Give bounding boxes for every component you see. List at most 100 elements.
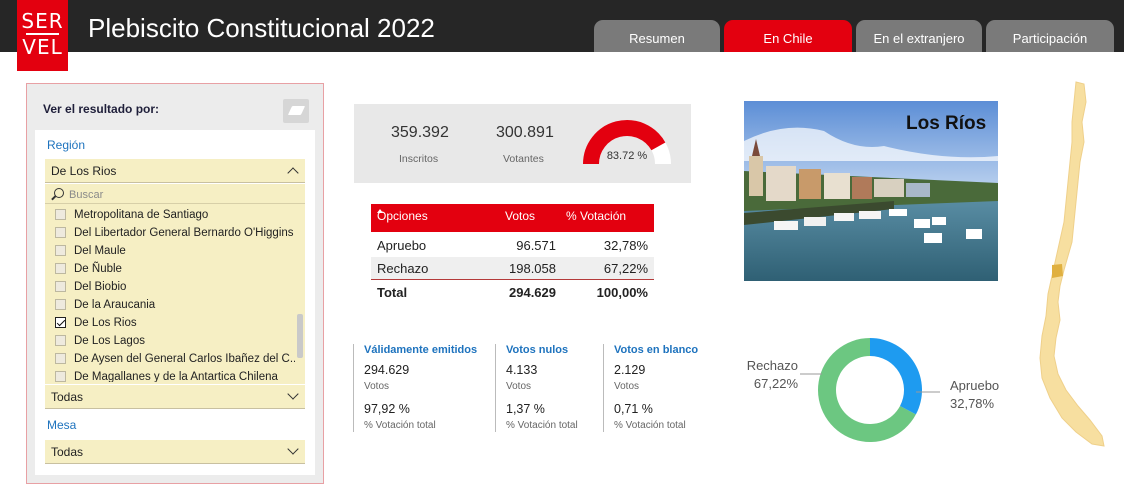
summary-votes: 4.133 bbox=[506, 363, 538, 377]
chevron-up-icon[interactable] bbox=[287, 167, 299, 179]
total-votes: 294.629 bbox=[509, 285, 556, 300]
summary-votes-label: Votos bbox=[364, 381, 390, 392]
region-item-los-rios[interactable]: De Los Rios bbox=[45, 314, 295, 332]
list-item-label: De Los Lagos bbox=[74, 335, 145, 347]
sort-ascending-icon bbox=[377, 209, 383, 213]
summary-pct-label: % Votación total bbox=[364, 420, 436, 431]
checkbox[interactable] bbox=[55, 281, 66, 292]
region-search-input[interactable] bbox=[69, 187, 269, 203]
region-dropdown-value: De Los Rios bbox=[51, 164, 117, 178]
inscritos-label: Inscritos bbox=[399, 153, 439, 165]
region-label: Región bbox=[47, 138, 86, 152]
table-total-row: Total 294.629 100,00% bbox=[371, 281, 654, 304]
checkbox[interactable] bbox=[55, 227, 66, 238]
summary-pct: 0,71 % bbox=[614, 402, 653, 416]
summary-votes: 2.129 bbox=[614, 363, 646, 377]
summary-validos: Válidamente emitidos 294.629 Votos 97,92… bbox=[353, 344, 493, 432]
region-item-aysen[interactable]: De Aysen del General Carlos Ibañez del C… bbox=[45, 350, 295, 368]
region-item-metropolitana[interactable]: Metropolitana de Santiago bbox=[45, 206, 295, 224]
checkbox[interactable] bbox=[55, 263, 66, 274]
summary-nulos: Votos nulos 4.133 Votos 1,37 % % Votació… bbox=[495, 344, 599, 432]
region-dropdown[interactable]: De Los Rios bbox=[45, 159, 305, 183]
list-item-label: De Los Rios bbox=[74, 317, 137, 329]
summary-blancos: Votos en blanco 2.129 Votos 0,71 % % Vot… bbox=[603, 344, 713, 432]
checkbox[interactable] bbox=[55, 335, 66, 346]
summary-pct: 97,92 % bbox=[364, 402, 410, 416]
checkbox[interactable] bbox=[55, 245, 66, 256]
donut-label-rechazo-value: 67,22% bbox=[753, 376, 798, 391]
comuna-dropdown[interactable]: Todas bbox=[45, 385, 305, 409]
summary-title: Votos en blanco bbox=[614, 344, 699, 356]
region-list: Metropolitana de Santiago Del Libertador… bbox=[45, 184, 305, 384]
col-pct-votacion[interactable]: % Votación bbox=[566, 209, 626, 223]
col-opciones[interactable]: Opciones bbox=[377, 209, 428, 223]
mesa-label: Mesa bbox=[47, 418, 77, 432]
comuna-dropdown-value: Todas bbox=[51, 390, 84, 404]
summary-pct-label: % Votación total bbox=[614, 420, 686, 431]
page-title: Plebiscito Constitucional 2022 bbox=[88, 13, 435, 43]
mesa-dropdown-value: Todas bbox=[51, 445, 84, 459]
region-item-nuble[interactable]: De Ñuble bbox=[45, 260, 295, 278]
table-row[interactable]: Apruebo 96.571 32,78% bbox=[371, 234, 654, 257]
search-icon bbox=[54, 188, 64, 198]
region-item-araucania[interactable]: De la Araucania bbox=[45, 296, 295, 314]
donut-label-rechazo-name: Rechazo bbox=[746, 358, 798, 373]
region-photo: Los Ríos bbox=[744, 101, 998, 281]
row-votes: 198.058 bbox=[509, 261, 556, 276]
logo-line2: VEL bbox=[22, 35, 63, 59]
list-item-label: De Ñuble bbox=[74, 263, 122, 275]
chile-silhouette bbox=[1039, 81, 1105, 447]
total-option: Total bbox=[377, 285, 408, 300]
table-header: Opciones Votos % Votación bbox=[371, 204, 654, 232]
filter-panel: Ver el resultado por: Región De Los Rios… bbox=[26, 83, 324, 484]
summary-votes: 294.629 bbox=[364, 363, 410, 377]
participation-gauge bbox=[583, 120, 671, 165]
tab-participacion[interactable]: Participación bbox=[986, 20, 1114, 52]
eraser-icon bbox=[287, 106, 306, 115]
total-pct: 100,00% bbox=[596, 285, 648, 300]
list-item-label: Del Biobio bbox=[74, 281, 127, 293]
donut-label-apruebo-name: Apruebo bbox=[950, 378, 1000, 393]
clear-filters-button[interactable] bbox=[283, 99, 309, 123]
list-item-label: De Aysen del General Carlos Ibañez del C… bbox=[74, 353, 295, 365]
dashboard: Plebiscito Constitucional 2022 Resumen E… bbox=[0, 0, 1124, 497]
tab-en-el-extranjero[interactable]: En el extranjero bbox=[856, 20, 982, 52]
votantes-label: Votantes bbox=[503, 153, 544, 165]
checkbox[interactable] bbox=[55, 299, 66, 310]
mesa-dropdown[interactable]: Todas bbox=[45, 440, 305, 464]
list-item-label: Del Libertador General Bernardo O'Higgin… bbox=[74, 227, 294, 239]
checkbox[interactable] bbox=[55, 209, 66, 220]
region-item-magallanes[interactable]: De Magallanes y de la Antartica Chilena bbox=[45, 368, 295, 382]
tab-en-chile[interactable]: En Chile bbox=[724, 20, 852, 52]
checkbox[interactable] bbox=[55, 371, 66, 382]
row-option: Apruebo bbox=[377, 238, 427, 253]
checkbox[interactable] bbox=[55, 353, 66, 364]
row-votes: 96.571 bbox=[516, 238, 556, 253]
region-item-biobio[interactable]: Del Biobio bbox=[45, 278, 295, 296]
map-region-los-rios[interactable] bbox=[1052, 264, 1063, 278]
checkbox-checked[interactable] bbox=[55, 317, 66, 328]
summary-pct: 1,37 % bbox=[506, 402, 545, 416]
slicer-container: Región De Los Rios Metropolitana de Sant… bbox=[35, 130, 315, 475]
list-item-label: Del Maule bbox=[74, 245, 126, 257]
filter-heading: Ver el resultado por: bbox=[43, 102, 160, 116]
chevron-down-icon[interactable] bbox=[287, 388, 299, 400]
tab-resumen[interactable]: Resumen bbox=[594, 20, 720, 52]
table-row[interactable]: Rechazo 198.058 67,22% bbox=[371, 257, 654, 280]
row-option: Rechazo bbox=[377, 261, 429, 276]
region-item-maule[interactable]: Del Maule bbox=[45, 242, 295, 260]
col-votos[interactable]: Votos bbox=[505, 209, 535, 223]
list-item-label: Metropolitana de Santiago bbox=[74, 209, 209, 221]
summary-title: Válidamente emitidos bbox=[364, 344, 478, 356]
summary-pct-label: % Votación total bbox=[506, 420, 578, 431]
region-item-ohiggins[interactable]: Del Libertador General Bernardo O'Higgin… bbox=[45, 224, 295, 242]
servel-logo: SER VEL bbox=[17, 0, 68, 71]
list-item-label: De Magallanes y de la Antartica Chilena bbox=[74, 371, 278, 382]
logo-line1: SER bbox=[21, 9, 64, 33]
region-item-los-lagos[interactable]: De Los Lagos bbox=[45, 332, 295, 350]
summary-votes-label: Votos bbox=[614, 381, 640, 392]
donut-label-apruebo-value: 32,78% bbox=[950, 396, 995, 411]
region-list-scrollbar[interactable] bbox=[297, 314, 303, 358]
participation-percent: 83.72 % bbox=[606, 150, 648, 162]
chevron-down-icon[interactable] bbox=[287, 443, 299, 455]
